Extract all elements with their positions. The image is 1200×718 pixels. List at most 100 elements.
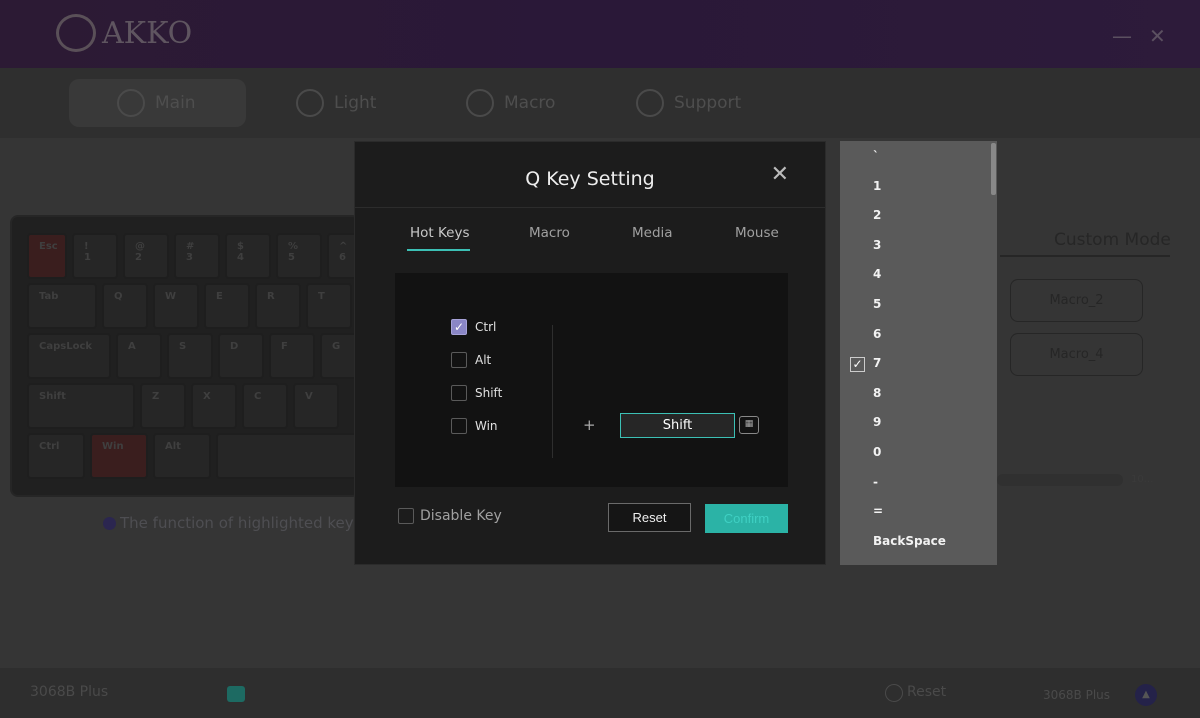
- chip-icon: [466, 89, 494, 117]
- key-![interactable]: ! 1: [72, 233, 118, 279]
- dropdown-item[interactable]: 6: [873, 327, 881, 341]
- dropdown-item[interactable]: BackSpace: [873, 534, 946, 548]
- nav-macro[interactable]: Macro: [448, 79, 588, 127]
- key-e[interactable]: E: [204, 283, 250, 329]
- key-label: S: [179, 341, 187, 352]
- dot-icon: [103, 516, 116, 530]
- tab-custom-mode[interactable]: Custom Mode: [1054, 230, 1171, 250]
- dropdown-item[interactable]: 9: [873, 415, 881, 429]
- key-esc[interactable]: Esc: [27, 233, 67, 279]
- dropdown-item[interactable]: 8: [873, 386, 881, 400]
- key-sublabel: 4: [237, 252, 244, 263]
- key-label: @: [135, 241, 145, 252]
- key-s[interactable]: S: [167, 333, 213, 379]
- dialog-title: Q Key Setting: [525, 168, 655, 190]
- key-capslock[interactable]: CapsLock: [27, 333, 111, 379]
- modifier-alt-checkbox[interactable]: Alt: [451, 352, 491, 368]
- checkbox[interactable]: [451, 418, 467, 434]
- keyboard-icon[interactable]: ▦: [739, 416, 759, 434]
- slider[interactable]: [997, 474, 1123, 486]
- key-tab[interactable]: Tab: [27, 283, 97, 329]
- key-%[interactable]: % 5: [276, 233, 322, 279]
- key-shift[interactable]: Shift: [27, 383, 135, 429]
- key-w[interactable]: W: [153, 283, 199, 329]
- device-selector[interactable]: 3068B Plus: [1043, 688, 1110, 702]
- dropdown-item[interactable]: 3: [873, 238, 881, 252]
- tab-underline: [1000, 255, 1170, 257]
- key-c[interactable]: C: [242, 383, 288, 429]
- close-icon[interactable]: ✕: [1149, 24, 1166, 48]
- key-f[interactable]: F: [269, 333, 315, 379]
- dropdown-item[interactable]: 5: [873, 297, 881, 311]
- keyboard-preview: Esc! 1 @2 #3 $4% 5 ^ 6 Tab Q W E R T CapsLock A S D F G Shif…: [10, 215, 376, 497]
- key-label: Win: [102, 441, 124, 452]
- key-label: W: [165, 291, 177, 302]
- checkbox[interactable]: ✓: [451, 319, 467, 335]
- key-select-field[interactable]: Shift: [620, 413, 735, 438]
- key-label: Shift: [39, 391, 66, 402]
- dropdown-item[interactable]: 7: [873, 356, 881, 370]
- modifier-shift-checkbox[interactable]: Shift: [451, 385, 502, 401]
- key-label: D: [230, 341, 239, 352]
- reset-label: Reset: [907, 684, 947, 700]
- key-label: V: [305, 391, 313, 402]
- dropdown-item[interactable]: 4: [873, 267, 881, 281]
- dropdown-item[interactable]: 2: [873, 208, 881, 222]
- nav-label: Macro: [504, 93, 556, 113]
- tab-mouse[interactable]: Mouse: [735, 225, 779, 241]
- nav-light[interactable]: Light: [278, 79, 418, 127]
- key-ctrl[interactable]: Ctrl: [27, 433, 85, 479]
- key-d[interactable]: D: [218, 333, 264, 379]
- tab-hot-keys[interactable]: Hot Keys: [410, 225, 470, 241]
- cloud-upload-icon: [636, 89, 664, 117]
- key-v[interactable]: V: [293, 383, 339, 429]
- dropdown-item[interactable]: 1: [873, 179, 881, 193]
- nav-support[interactable]: Support: [618, 79, 778, 127]
- dropdown-item[interactable]: `: [873, 149, 879, 163]
- key-q[interactable]: Q: [102, 283, 148, 329]
- confirm-button[interactable]: Confirm: [705, 504, 788, 533]
- checkbox[interactable]: [451, 385, 467, 401]
- key-dropdown-list[interactable]: ` 1 2 3 4 5 6 7 ✓ 8 9 0 - = BackSpace: [840, 141, 997, 565]
- dropdown-item[interactable]: 0: [873, 445, 881, 459]
- divider: [552, 325, 553, 458]
- disable-key-checkbox[interactable]: Disable Key: [398, 508, 502, 524]
- macro-2-button[interactable]: Macro_2: [1010, 279, 1143, 322]
- reset-button[interactable]: Reset: [608, 503, 691, 532]
- tab-media[interactable]: Media: [632, 225, 673, 241]
- key-sublabel: 1: [84, 252, 91, 263]
- hotkey-panel: ✓ Ctrl Alt Shift Win + Shift ▦: [395, 273, 788, 487]
- minimize-icon[interactable]: —: [1112, 24, 1132, 48]
- key-@[interactable]: @2: [123, 233, 169, 279]
- dropdown-item[interactable]: -: [873, 475, 878, 489]
- key-win[interactable]: Win: [90, 433, 148, 479]
- key-#[interactable]: #3: [174, 233, 220, 279]
- modifier-ctrl-checkbox[interactable]: ✓ Ctrl: [451, 319, 496, 335]
- reset-icon: [885, 684, 903, 702]
- arrow-up-icon[interactable]: ▲: [1135, 684, 1157, 706]
- dropdown-item[interactable]: =: [873, 504, 883, 518]
- plus-sign: +: [583, 416, 596, 434]
- key-x[interactable]: X: [191, 383, 237, 429]
- scrollbar[interactable]: [991, 143, 996, 195]
- sun-icon: [296, 89, 324, 117]
- key-space[interactable]: [216, 433, 376, 479]
- modifier-win-checkbox[interactable]: Win: [451, 418, 498, 434]
- key-t[interactable]: T: [306, 283, 352, 329]
- check-icon: ✓: [850, 357, 865, 373]
- device-name: 3068B Plus: [30, 684, 109, 700]
- macro-4-button[interactable]: Macro_4: [1010, 333, 1143, 376]
- footer: [0, 668, 1200, 718]
- key-r[interactable]: R: [255, 283, 301, 329]
- tab-macro[interactable]: Macro: [529, 225, 570, 241]
- key-z[interactable]: Z: [140, 383, 186, 429]
- key-a[interactable]: A: [116, 333, 162, 379]
- nav-main[interactable]: Main: [69, 79, 246, 127]
- key-$[interactable]: $4: [225, 233, 271, 279]
- checkbox[interactable]: [451, 352, 467, 368]
- footer-reset-button[interactable]: Reset: [885, 684, 946, 702]
- close-icon[interactable]: ✕: [771, 162, 789, 187]
- checkbox[interactable]: [398, 508, 414, 524]
- key-alt[interactable]: Alt: [153, 433, 211, 479]
- divider: [355, 207, 825, 208]
